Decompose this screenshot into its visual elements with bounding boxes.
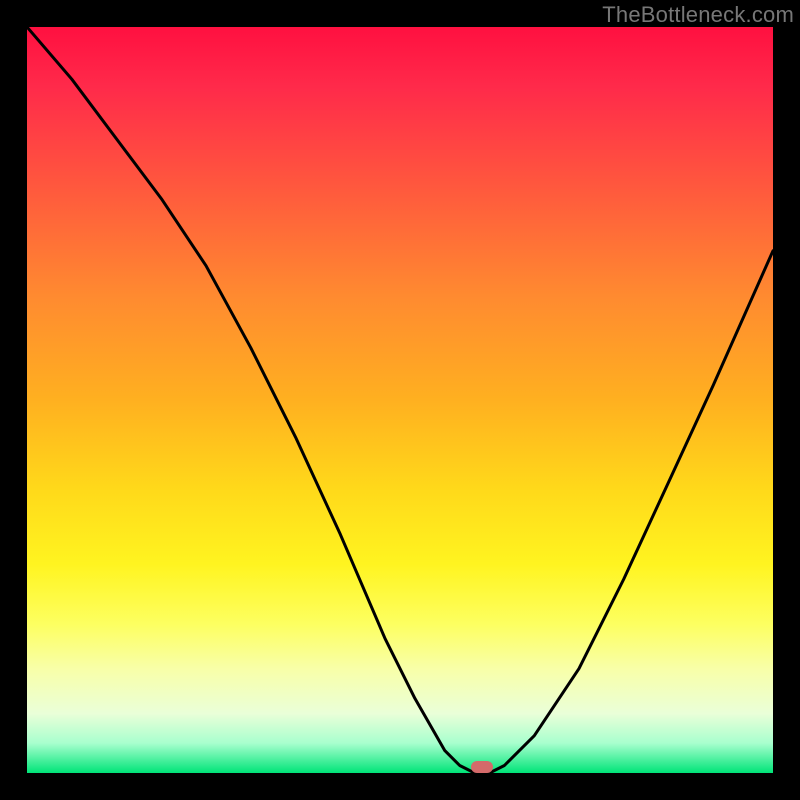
plot-area	[27, 27, 773, 773]
attribution-text: TheBottleneck.com	[602, 2, 794, 28]
optimal-marker	[471, 761, 493, 773]
chart-frame: TheBottleneck.com	[0, 0, 800, 800]
bottleneck-curve	[27, 27, 773, 773]
